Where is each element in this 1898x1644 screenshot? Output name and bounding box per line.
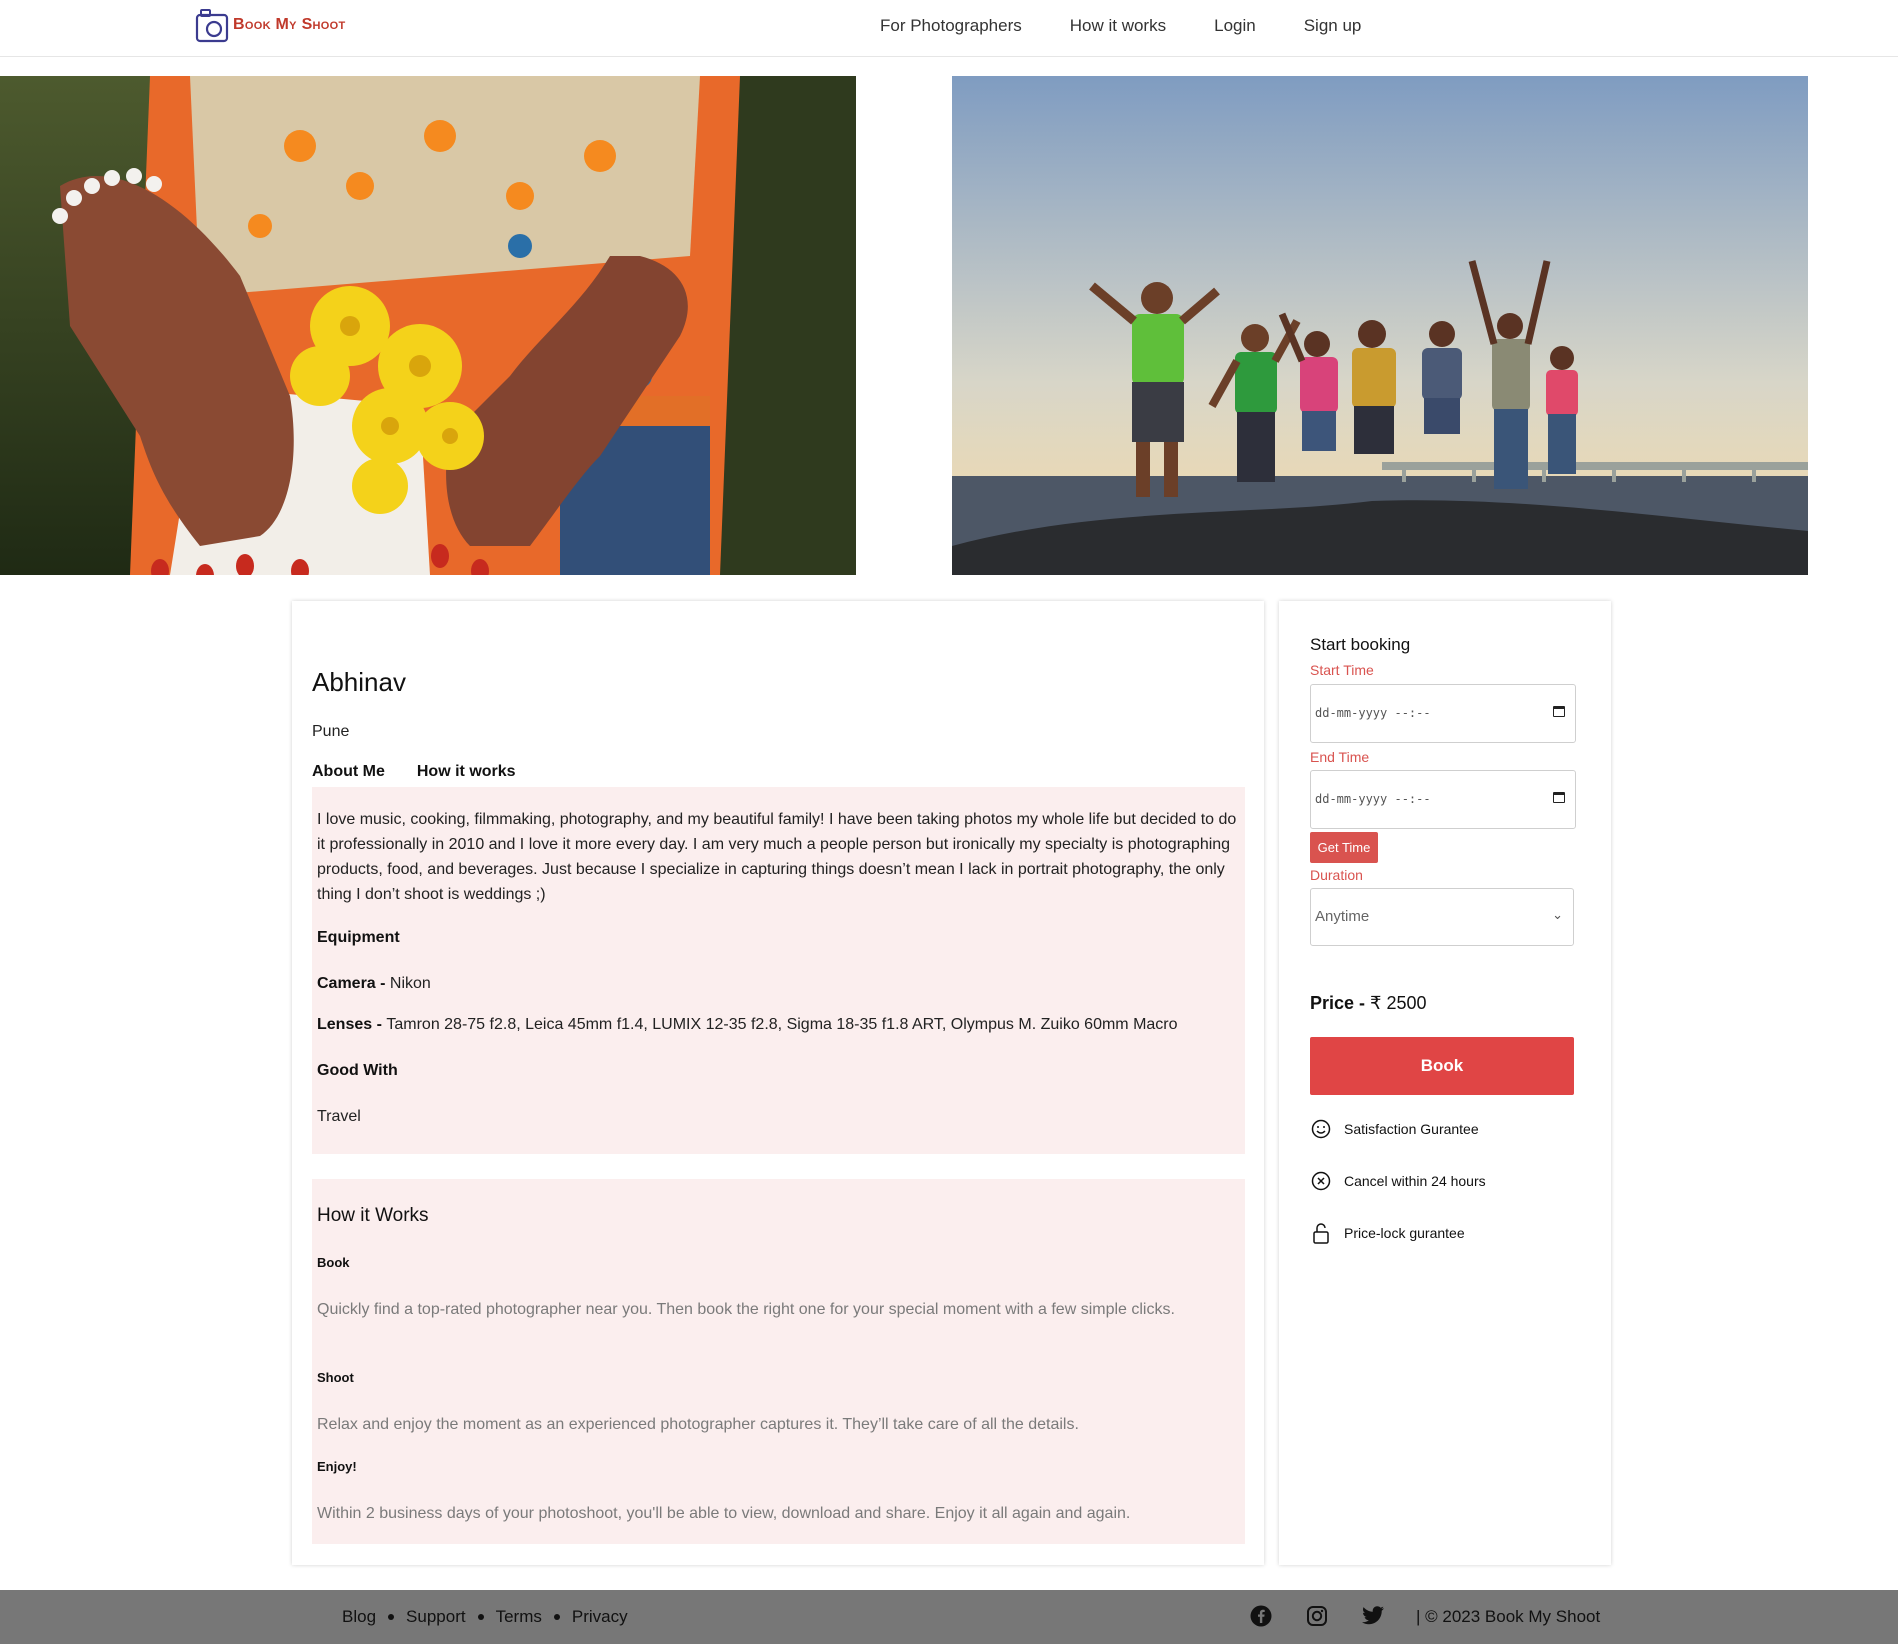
feature-price-lock: Price-lock gurantee [1310,1222,1465,1244]
lenses-label: Lenses - [317,1016,387,1033]
logo[interactable]: Book My Shoot [195,4,346,46]
social-links [1249,1604,1417,1628]
step-desc-enjoy: Within 2 business days of your photoshoo… [317,1505,1131,1522]
nav-for-photographers[interactable]: For Photographers [880,16,1022,36]
instagram-icon[interactable] [1305,1604,1329,1628]
site-header: Book My Shoot For Photographers How it w… [0,0,1898,57]
step-desc-book: Quickly find a top-rated photographer ne… [317,1301,1175,1318]
profile-card: Abhinav Pune About Me How it works I lov… [292,601,1264,1565]
about-panel: I love music, cooking, filmmaking, photo… [312,787,1245,1154]
equipment-heading: Equipment [317,929,400,946]
separator-dot [388,1614,395,1620]
feature-satisfaction: Satisfaction Gurantee [1310,1118,1479,1140]
duration-label: Duration [1310,867,1363,883]
tab-how-it-works[interactable]: How it works [417,763,516,781]
step-title-enjoy: Enjoy! [317,1459,357,1474]
booking-panel: Start booking Start Time dd-mm-yyyy --:-… [1279,601,1611,1565]
camera-row: Camera - Nikon [317,975,431,993]
end-time-label: End Time [1310,749,1370,765]
good-with-heading: Good With [317,1062,398,1079]
logo-text: Book My Shoot [233,16,346,33]
copyright: | © 2023 Book My Shoot [1416,1607,1601,1626]
nav-login[interactable]: Login [1214,16,1256,36]
footer-links: Blog Support Terms Privacy [342,1607,628,1627]
separator-dot [477,1614,484,1620]
cancel-circle-icon [1310,1170,1332,1192]
end-time-input[interactable]: dd-mm-yyyy --:-- [1310,770,1576,829]
start-time-placeholder: dd-mm-yyyy --:-- [1315,706,1431,720]
calendar-icon[interactable] [1553,706,1565,717]
get-time-button[interactable]: Get Time [1310,832,1378,863]
camera-value: Nikon [389,975,431,992]
feature-cancel: Cancel within 24 hours [1310,1170,1486,1192]
nav-sign-up[interactable]: Sign up [1304,16,1362,36]
booking-title: Start booking [1310,635,1411,654]
lenses-value: Tamron 28-75 f2.8, Leica 45mm f1.4, LUMI… [386,1016,1178,1033]
feature-cancel-label: Cancel within 24 hours [1344,1173,1486,1189]
end-time-placeholder: dd-mm-yyyy --:-- [1315,792,1431,806]
main-nav: For Photographers How it works Login Sig… [880,16,1409,36]
start-time-label: Start Time [1310,662,1374,678]
hero-image-kids-jumping [952,76,1808,575]
book-button[interactable]: Book [1310,1037,1574,1095]
nav-how-it-works[interactable]: How it works [1070,16,1166,36]
calendar-icon[interactable] [1553,792,1565,803]
step-title-book: Book [317,1255,350,1270]
price: Price - ₹ 2500 [1310,993,1427,1014]
feature-satisfaction-label: Satisfaction Gurantee [1344,1121,1479,1137]
footer-link-support[interactable]: Support [406,1607,466,1627]
price-value: ₹ 2500 [1370,993,1427,1013]
duration-select[interactable]: Anytime ⌄ [1310,888,1574,946]
footer-link-privacy[interactable]: Privacy [572,1607,628,1627]
tab-about-me[interactable]: About Me [312,763,385,781]
separator-dot [553,1614,560,1620]
good-with-value: Travel [317,1108,361,1125]
start-time-input[interactable]: dd-mm-yyyy --:-- [1310,684,1576,743]
unlock-icon [1310,1222,1332,1244]
site-footer: Blog Support Terms Privacy | © 2023 Book… [0,1590,1898,1644]
step-title-shoot: Shoot [317,1370,354,1385]
hero-image-mehndi [0,76,856,575]
camera-logo-icon [195,9,229,43]
how-it-works-panel: How it Works Book Quickly find a top-rat… [312,1179,1245,1544]
photographer-name: Abhinav [312,667,406,697]
camera-label: Camera - [317,975,390,992]
duration-value: Anytime [1315,908,1370,925]
how-it-works-title: How it Works [317,1205,429,1226]
feature-price-lock-label: Price-lock gurantee [1344,1225,1465,1241]
twitter-icon[interactable] [1361,1604,1385,1628]
footer-link-blog[interactable]: Blog [342,1607,376,1627]
photographer-city: Pune [312,723,350,740]
smile-icon [1310,1118,1332,1140]
price-label: Price - [1310,993,1371,1013]
about-text: I love music, cooking, filmmaking, photo… [317,811,1237,903]
chevron-down-icon: ⌄ [1552,907,1563,922]
facebook-icon[interactable] [1249,1604,1273,1628]
step-desc-shoot: Relax and enjoy the moment as an experie… [317,1416,1079,1433]
lenses-row: Lenses - Tamron 28-75 f2.8, Leica 45mm f… [317,1016,1178,1034]
footer-link-terms[interactable]: Terms [496,1607,542,1627]
profile-tabs: About Me How it works [312,763,548,781]
